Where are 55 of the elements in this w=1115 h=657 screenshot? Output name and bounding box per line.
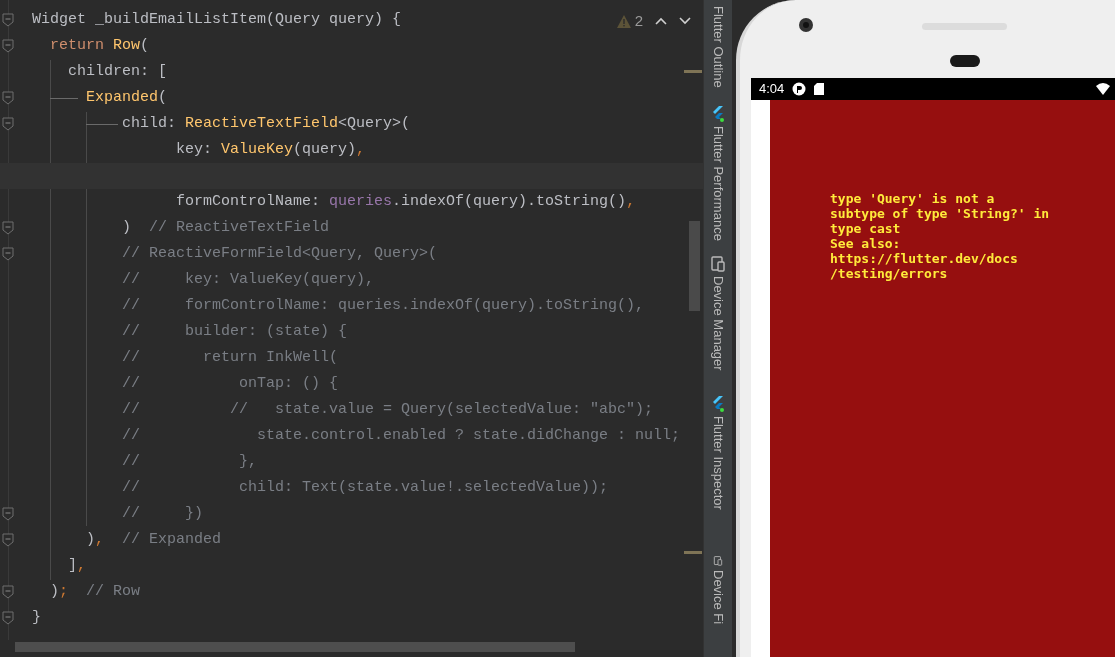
tool-window-tab[interactable]: Device Manager [708, 276, 728, 371]
chevron-up-icon[interactable] [655, 17, 667, 26]
code-line: // state.control.enabled ? state.didChange : null; [121, 425, 681, 446]
tool-window-tab[interactable]: Flutter Performance [708, 126, 728, 241]
code-line: // // state.value = Query(selectedValue: "abc"); [121, 399, 654, 420]
code-line: // onTap: () { [121, 373, 339, 394]
code-line: Expanded( [85, 87, 168, 108]
horizontal-scrollbar[interactable] [15, 642, 575, 652]
flutter-icon [711, 396, 725, 412]
code-line: return Row( [49, 35, 150, 56]
code-line: ), // Expanded [85, 529, 222, 550]
code-line: children: [ [67, 61, 168, 82]
earpiece [950, 55, 980, 67]
app-icon [792, 82, 807, 96]
code-line: child: ReactiveTextField<Query>( [121, 113, 411, 134]
code-line: ], [67, 555, 87, 576]
flutter-icon [711, 106, 725, 122]
fold-icon[interactable] [2, 39, 14, 53]
code-line: // }) [121, 503, 204, 524]
code-line: // builder: (state) { [121, 321, 348, 342]
fold-icon[interactable] [2, 117, 14, 131]
vertical-scrollbar[interactable] [689, 221, 700, 311]
tool-window-tab[interactable]: Flutter Outline [708, 6, 728, 88]
code-line: ) // ReactiveTextField [121, 217, 330, 238]
clock: 4:04 [759, 80, 785, 99]
camera-icon [798, 17, 814, 33]
code-line: // key: ValueKey(query), [121, 269, 375, 290]
code-line: key: ValueKey(query), [175, 139, 366, 160]
fold-icon[interactable] [2, 533, 14, 547]
device-icon [711, 556, 725, 566]
fold-icon[interactable] [2, 611, 14, 625]
warning-count[interactable]: 2 [616, 10, 643, 33]
wifi-icon [1096, 83, 1111, 95]
tool-window-tab[interactable]: Flutter Inspector [708, 416, 728, 510]
fold-icon[interactable] [2, 585, 14, 599]
code-line: // child: Text(state.value!.selectedValue)); [121, 477, 609, 498]
code-line: // return InkWell( [121, 347, 339, 368]
code-line: ); // Row [49, 581, 141, 602]
sd-card-icon [814, 83, 825, 95]
fold-icon[interactable] [2, 13, 14, 27]
fold-icon[interactable] [2, 507, 14, 521]
code-line: // }, [121, 451, 258, 472]
tool-window-tab[interactable]: Device Fi [708, 569, 728, 624]
code-line: } [32, 607, 41, 628]
code-line: Widget _buildEmailListItem(Query query) { [32, 9, 402, 30]
code-line: // ReactiveFormField<Query, Query>( [121, 243, 438, 264]
warning-icon [616, 14, 631, 28]
fold-icon[interactable] [2, 91, 14, 105]
code-line: // formControlName: queries.indexOf(query).toString(), [121, 295, 645, 316]
fold-icon[interactable] [2, 221, 14, 235]
error-message: type 'Query' is not a subtype of type 'String?' in type cast See also: https://flutter.dev/docs /testing/errors [830, 191, 1051, 281]
chevron-down-icon[interactable] [679, 17, 691, 26]
fold-icon[interactable] [2, 247, 14, 261]
device-icon [711, 256, 725, 272]
code-line: formControlName: queries.indexOf(query).toString(), [175, 191, 636, 212]
